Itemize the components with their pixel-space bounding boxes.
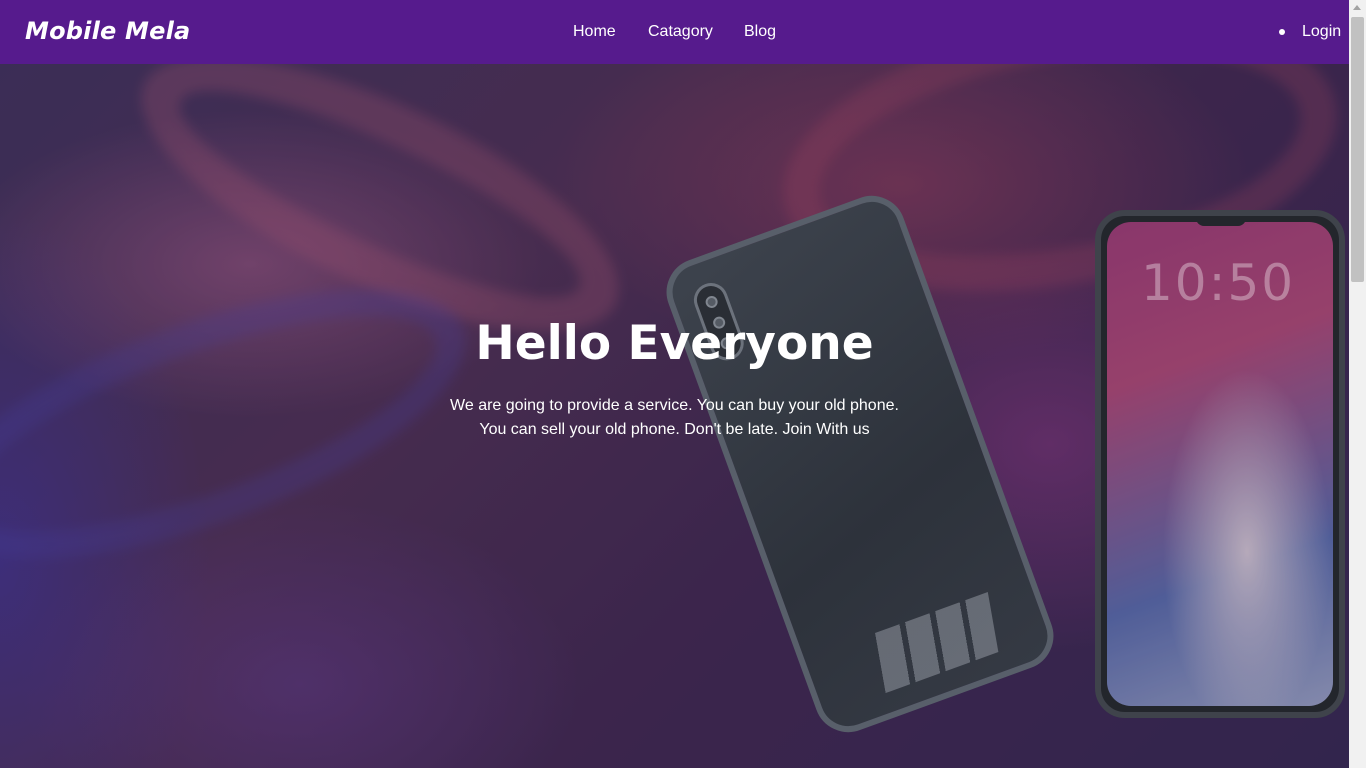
navbar: Mobile Mela Home Catagory Blog Login — [0, 0, 1349, 64]
phone-reflection — [875, 592, 999, 694]
vertical-scrollbar[interactable] — [1349, 0, 1366, 768]
bullet-icon — [1279, 29, 1285, 35]
nav-link-blog[interactable]: Blog — [744, 23, 776, 41]
nav-link-catagory[interactable]: Catagory — [648, 23, 713, 41]
phone-back-image — [657, 186, 1063, 742]
hero-description-line-1: We are going to provide a service. You c… — [450, 397, 899, 414]
hero-title: Hello Everyone — [475, 316, 874, 371]
login-link[interactable]: Login — [1302, 23, 1341, 41]
hero-description: We are going to provide a service. You c… — [0, 394, 1349, 442]
hero-description-line-2: You can sell your old phone. Don't be la… — [479, 421, 870, 438]
phone-notch — [1196, 216, 1246, 226]
phone-lock-time: 10:50 — [1141, 254, 1296, 312]
nav-links: Home Catagory Blog Login — [0, 0, 1349, 64]
scroll-up-arrow-icon[interactable] — [1353, 5, 1361, 10]
hero-content: Hello Everyone We are going to provide a… — [0, 314, 1349, 442]
scrollbar-thumb[interactable] — [1351, 17, 1364, 282]
nav-link-home[interactable]: Home — [573, 23, 616, 41]
phone-front-image: 10:50 — [1095, 210, 1345, 718]
